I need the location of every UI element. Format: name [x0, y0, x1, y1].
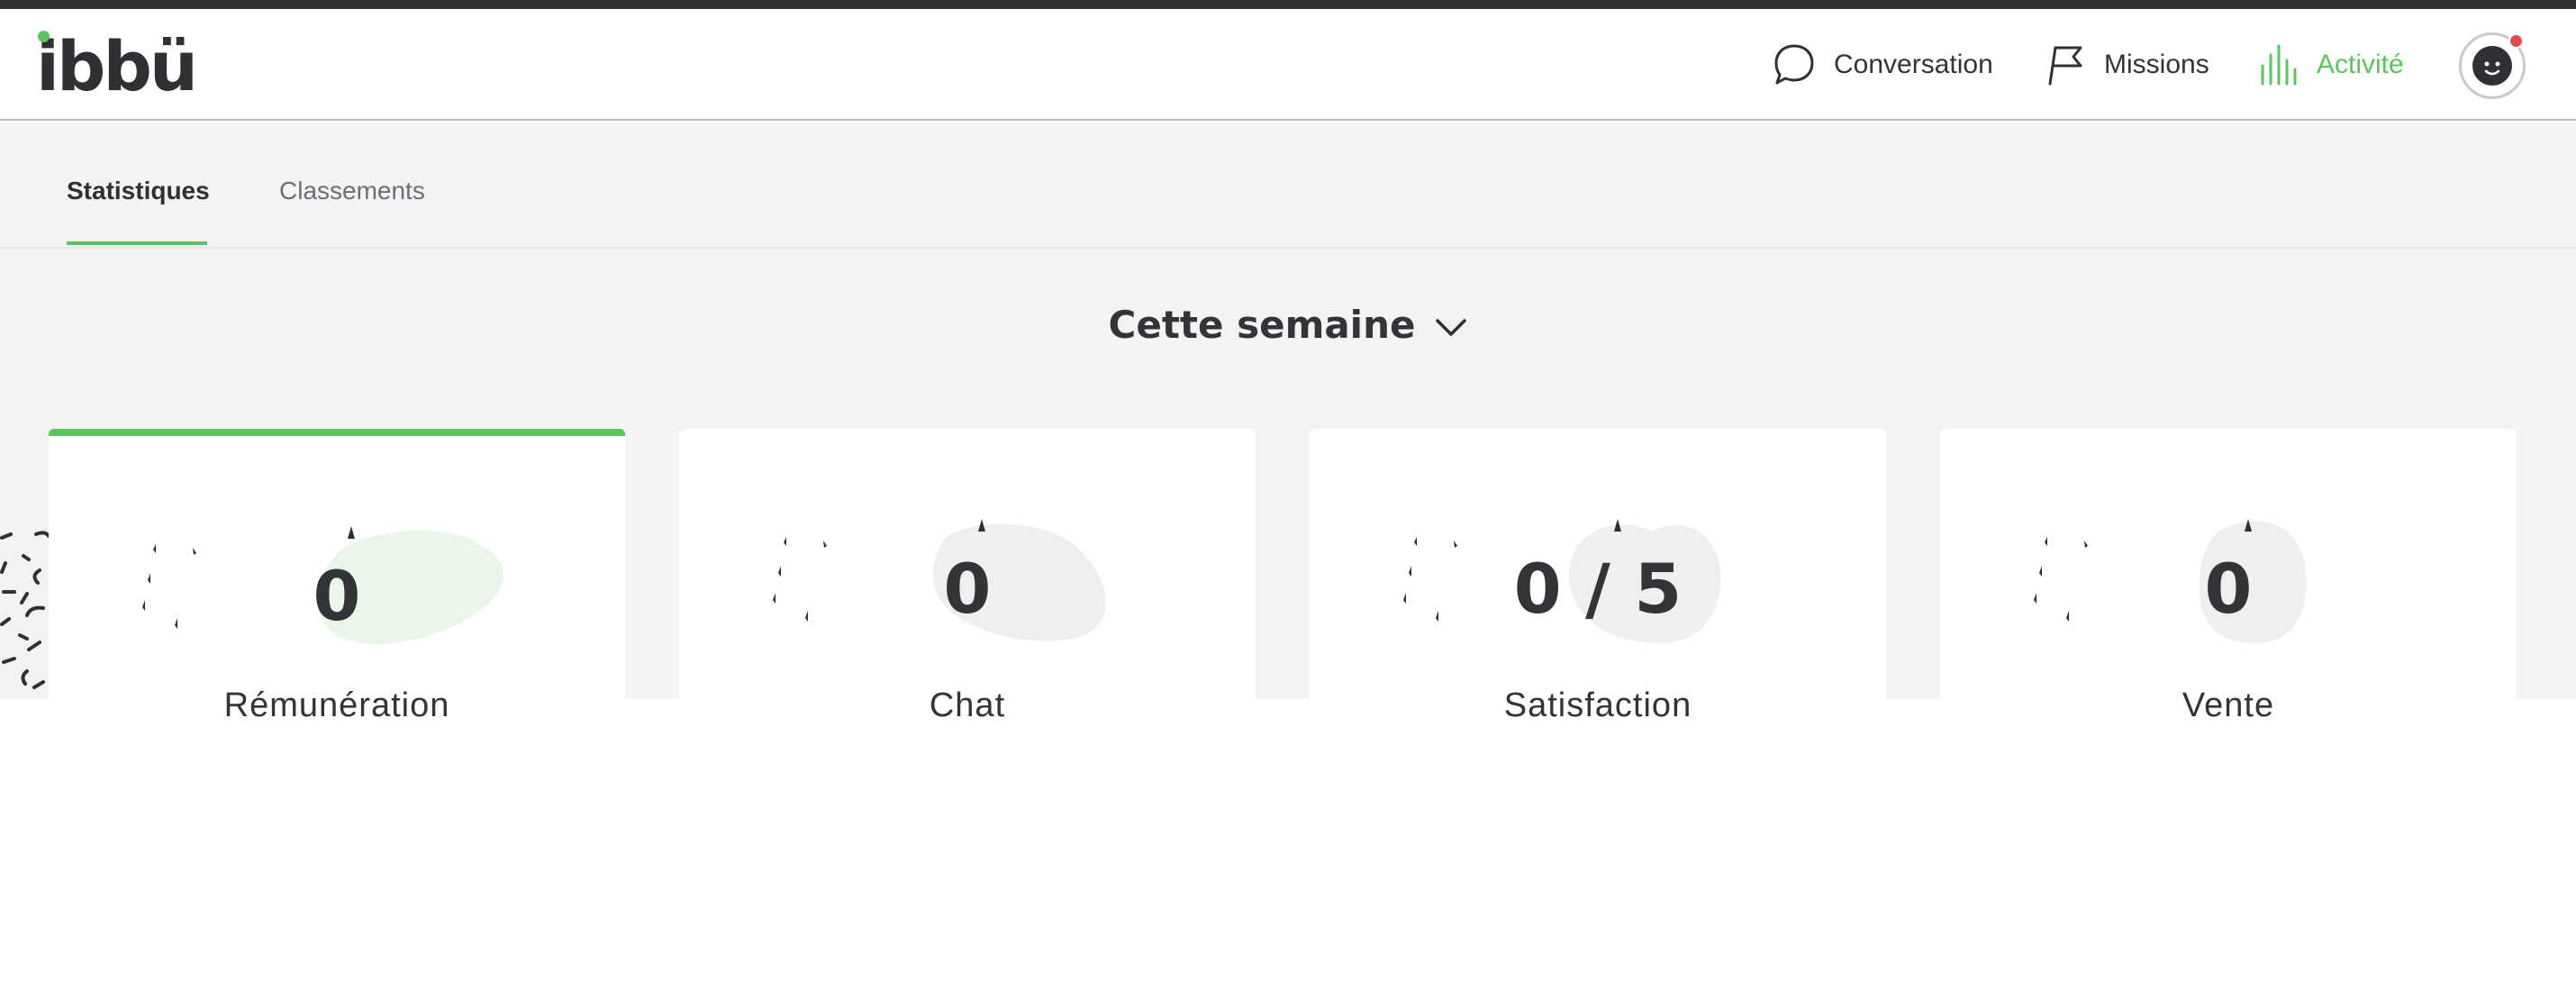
chat-bubble-icon	[1774, 44, 1814, 85]
nav-conversation-label: Conversation	[1834, 50, 1993, 79]
logo-dot	[38, 31, 50, 42]
stat-card-chat[interactable]: 0	[679, 429, 1256, 699]
flag-icon	[2048, 46, 2082, 86]
top-strip	[0, 0, 2576, 9]
stat-card-remuneration[interactable]: 0	[49, 429, 625, 699]
stat-label-chat: Chat	[929, 686, 1006, 724]
tab-classements[interactable]: Classements	[279, 177, 425, 205]
stat-value: 0	[313, 556, 361, 636]
tabs-bar: Statistiques Classements	[0, 123, 2576, 249]
drop-icon	[978, 519, 985, 532]
stat-label-vente: Vente	[2181, 686, 2275, 724]
bar-chart-icon	[2261, 44, 2297, 86]
avatar-face-icon	[2472, 46, 2512, 86]
nav-missions[interactable]: Missions	[2043, 40, 2209, 90]
nav-conversation[interactable]: Conversation	[1773, 40, 1993, 90]
stats-area: Cette semaine 0 0 0 / 5 0	[0, 249, 2576, 699]
stat-value: 0	[2204, 549, 2253, 629]
notification-badge	[2508, 33, 2524, 49]
logo[interactable]: ibbü	[36, 26, 198, 106]
navbar: ibbü Conversation Missions Activité	[0, 9, 2576, 121]
user-avatar[interactable]	[2459, 32, 2526, 99]
nav-activite-label: Activité	[2317, 50, 2404, 79]
period-selector[interactable]: Cette semaine	[0, 303, 2576, 347]
stat-value: 0	[943, 549, 992, 629]
logo-text: ibbü	[36, 26, 198, 106]
period-label: Cette semaine	[1108, 303, 1416, 347]
stat-card-satisfaction[interactable]: 0 / 5	[1310, 429, 1886, 699]
stat-card-vente[interactable]: 0	[1940, 429, 2517, 699]
stat-value: 0 / 5	[1513, 549, 1683, 629]
tab-statistiques[interactable]: Statistiques	[67, 177, 210, 205]
drop-icon	[2245, 519, 2252, 532]
confetti-decoration	[0, 531, 49, 689]
stat-label-satisfaction: Satisfaction	[1503, 686, 1692, 724]
chevron-down-icon	[1436, 318, 1467, 336]
nav-activite[interactable]: Activité	[2259, 40, 2404, 90]
drop-icon	[1614, 519, 1621, 532]
active-tab-indicator	[67, 241, 207, 245]
stat-label-remuneration: Rémunération	[223, 686, 450, 724]
nav-missions-label: Missions	[2104, 50, 2209, 79]
drop-icon	[348, 526, 355, 539]
